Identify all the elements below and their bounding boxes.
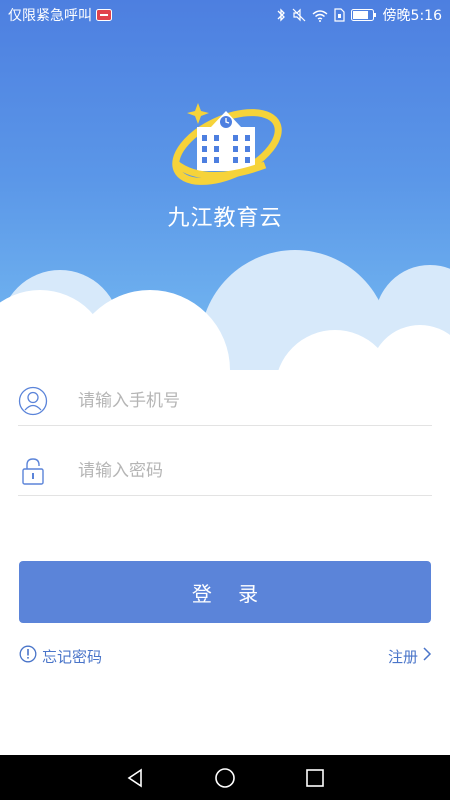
password-field-row (18, 446, 432, 496)
home-icon[interactable] (210, 763, 240, 793)
school-building-icon (172, 103, 282, 185)
login-screen: 九江教育云 仅限紧急呼叫 傍晚5:16 请输入手机号 登 录 忘记密码 注册 (0, 0, 450, 800)
mute-icon (292, 8, 306, 22)
status-bar: 仅限紧急呼叫 傍晚5:16 (0, 0, 450, 30)
info-icon (19, 645, 37, 667)
app-title: 九江教育云 (167, 206, 283, 231)
register-label: 注册 (387, 647, 418, 666)
battery-icon (350, 9, 377, 21)
password-input[interactable] (78, 460, 408, 481)
system-nav-bar (0, 755, 450, 800)
forgot-password-label: 忘记密码 (42, 647, 103, 666)
sim-icon (333, 8, 345, 22)
chevron-right-icon (422, 646, 432, 666)
hero-header: 九江教育云 (0, 0, 450, 400)
phone-field-row (18, 376, 432, 426)
bluetooth-icon (276, 8, 286, 22)
back-icon[interactable] (120, 763, 150, 793)
register-link[interactable]: 注册 (388, 644, 432, 668)
sim-blocked-icon (96, 9, 112, 21)
phone-input[interactable] (78, 390, 408, 411)
forgot-password-link[interactable]: 忘记密码 (19, 644, 102, 668)
wifi-icon (312, 9, 328, 22)
status-time: 傍晚5:16 (382, 8, 442, 24)
lock-icon (18, 456, 48, 486)
status-carrier-text: 仅限紧急呼叫 (8, 8, 92, 24)
user-icon (18, 386, 48, 416)
recents-icon[interactable] (300, 763, 330, 793)
login-button[interactable]: 登 录 (19, 561, 431, 623)
